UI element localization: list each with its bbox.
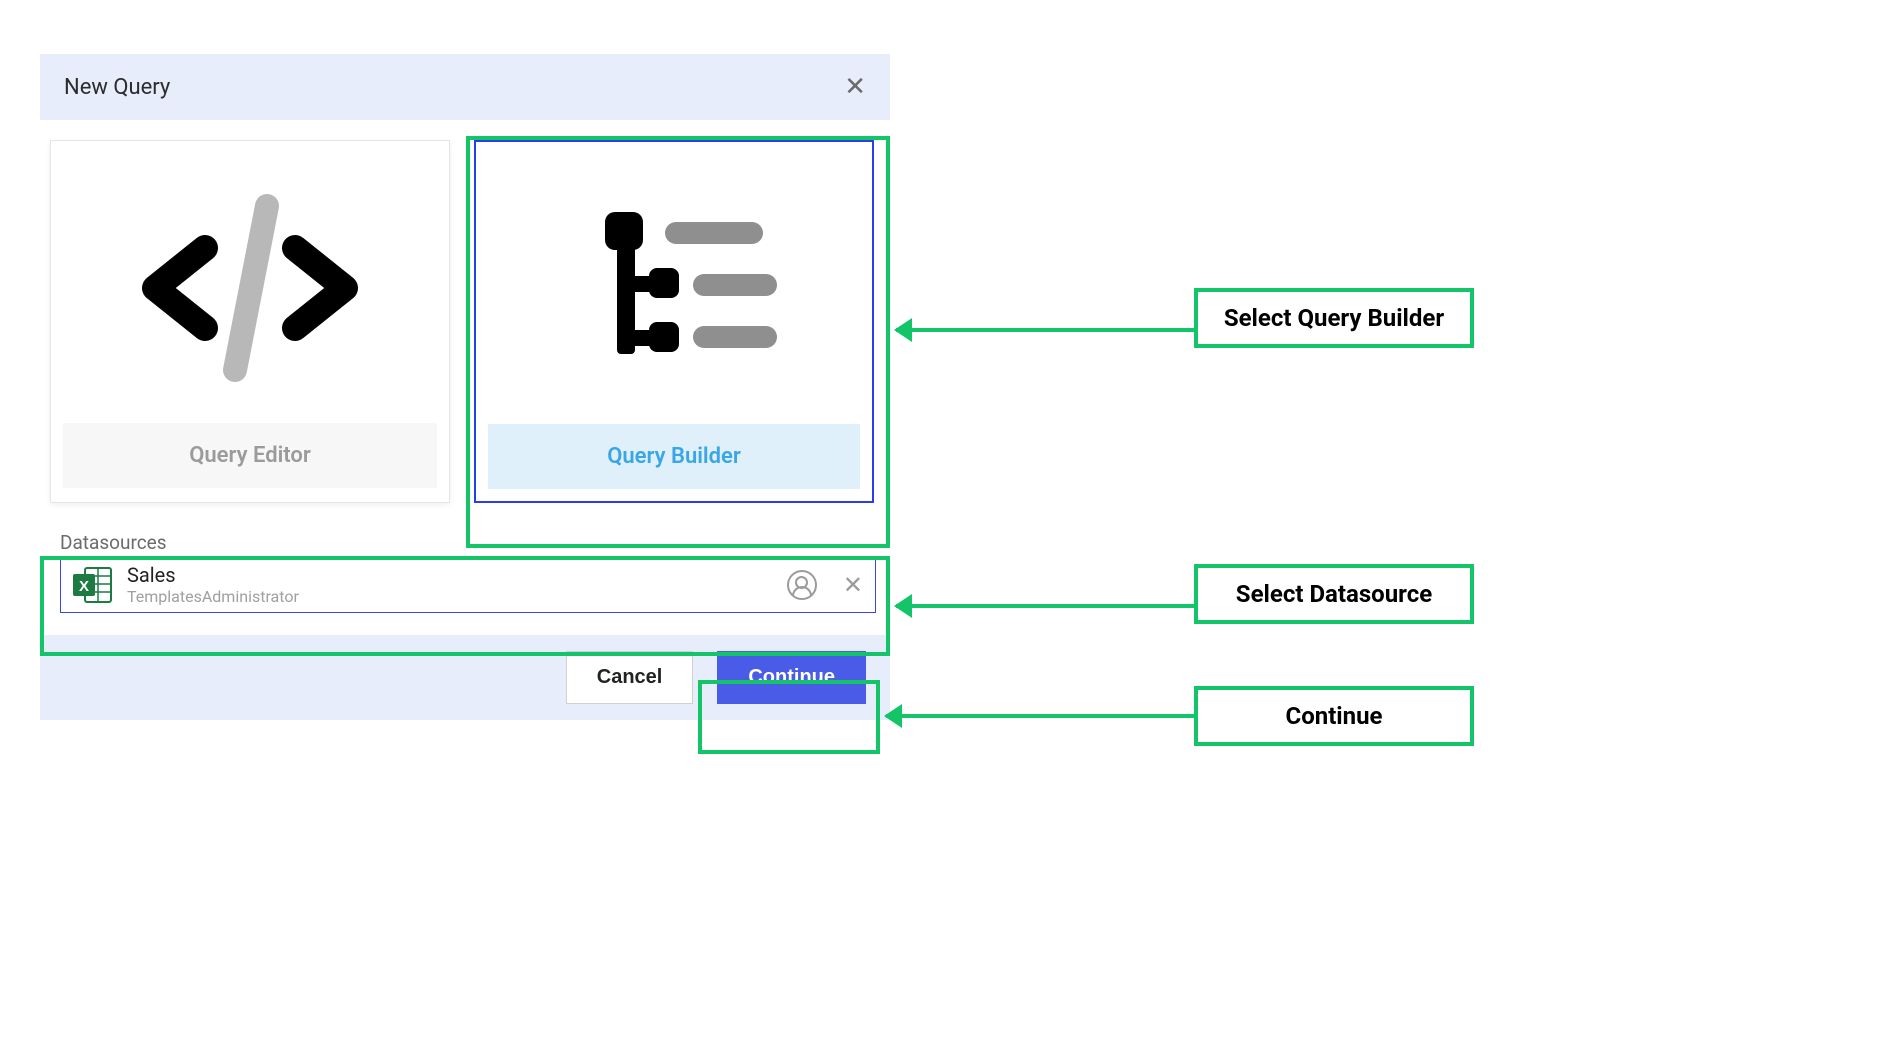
- person-icon[interactable]: [787, 570, 817, 600]
- datasource-owner: TemplatesAdministrator: [127, 587, 787, 606]
- code-icon: [63, 153, 437, 423]
- svg-text:X: X: [79, 578, 89, 595]
- callout-text: Select Query Builder: [1224, 304, 1444, 332]
- datasource-actions: ✕: [787, 570, 863, 600]
- datasources-section: Datasources X Sales TemplatesAdministrat…: [40, 531, 890, 613]
- dialog-title: New Query: [64, 75, 170, 100]
- dialog-footer: Cancel Continue: [40, 635, 890, 720]
- query-builder-card[interactable]: Query Builder: [474, 140, 874, 503]
- cancel-button[interactable]: Cancel: [566, 651, 694, 704]
- query-editor-label: Query Editor: [63, 423, 437, 488]
- continue-button[interactable]: Continue: [717, 651, 866, 704]
- query-builder-label: Query Builder: [488, 424, 860, 489]
- remove-datasource-icon[interactable]: ✕: [843, 571, 863, 599]
- excel-icon: X: [73, 566, 113, 604]
- callout-datasource: Select Datasource: [1194, 564, 1474, 624]
- dialog-header: New Query ✕: [40, 54, 890, 120]
- datasource-name: Sales: [127, 563, 787, 587]
- callout-continue: Continue: [1194, 686, 1474, 746]
- close-icon[interactable]: ✕: [844, 74, 866, 100]
- callout-query-builder: Select Query Builder: [1194, 288, 1474, 348]
- arrow-datasource: [896, 604, 1196, 608]
- callout-text: Select Datasource: [1236, 580, 1432, 608]
- datasources-label: Datasources: [40, 531, 890, 554]
- datasource-text: Sales TemplatesAdministrator: [127, 563, 787, 606]
- arrow-query-builder: [896, 328, 1196, 332]
- datasource-item[interactable]: X Sales TemplatesAdministrator ✕: [60, 556, 876, 613]
- arrow-continue: [886, 714, 1196, 718]
- tree-list-icon: [488, 154, 860, 424]
- new-query-dialog: New Query ✕ Query Editor: [40, 54, 890, 720]
- callout-text: Continue: [1285, 702, 1382, 730]
- query-editor-card[interactable]: Query Editor: [50, 140, 450, 503]
- query-type-options: Query Editor: [40, 120, 890, 513]
